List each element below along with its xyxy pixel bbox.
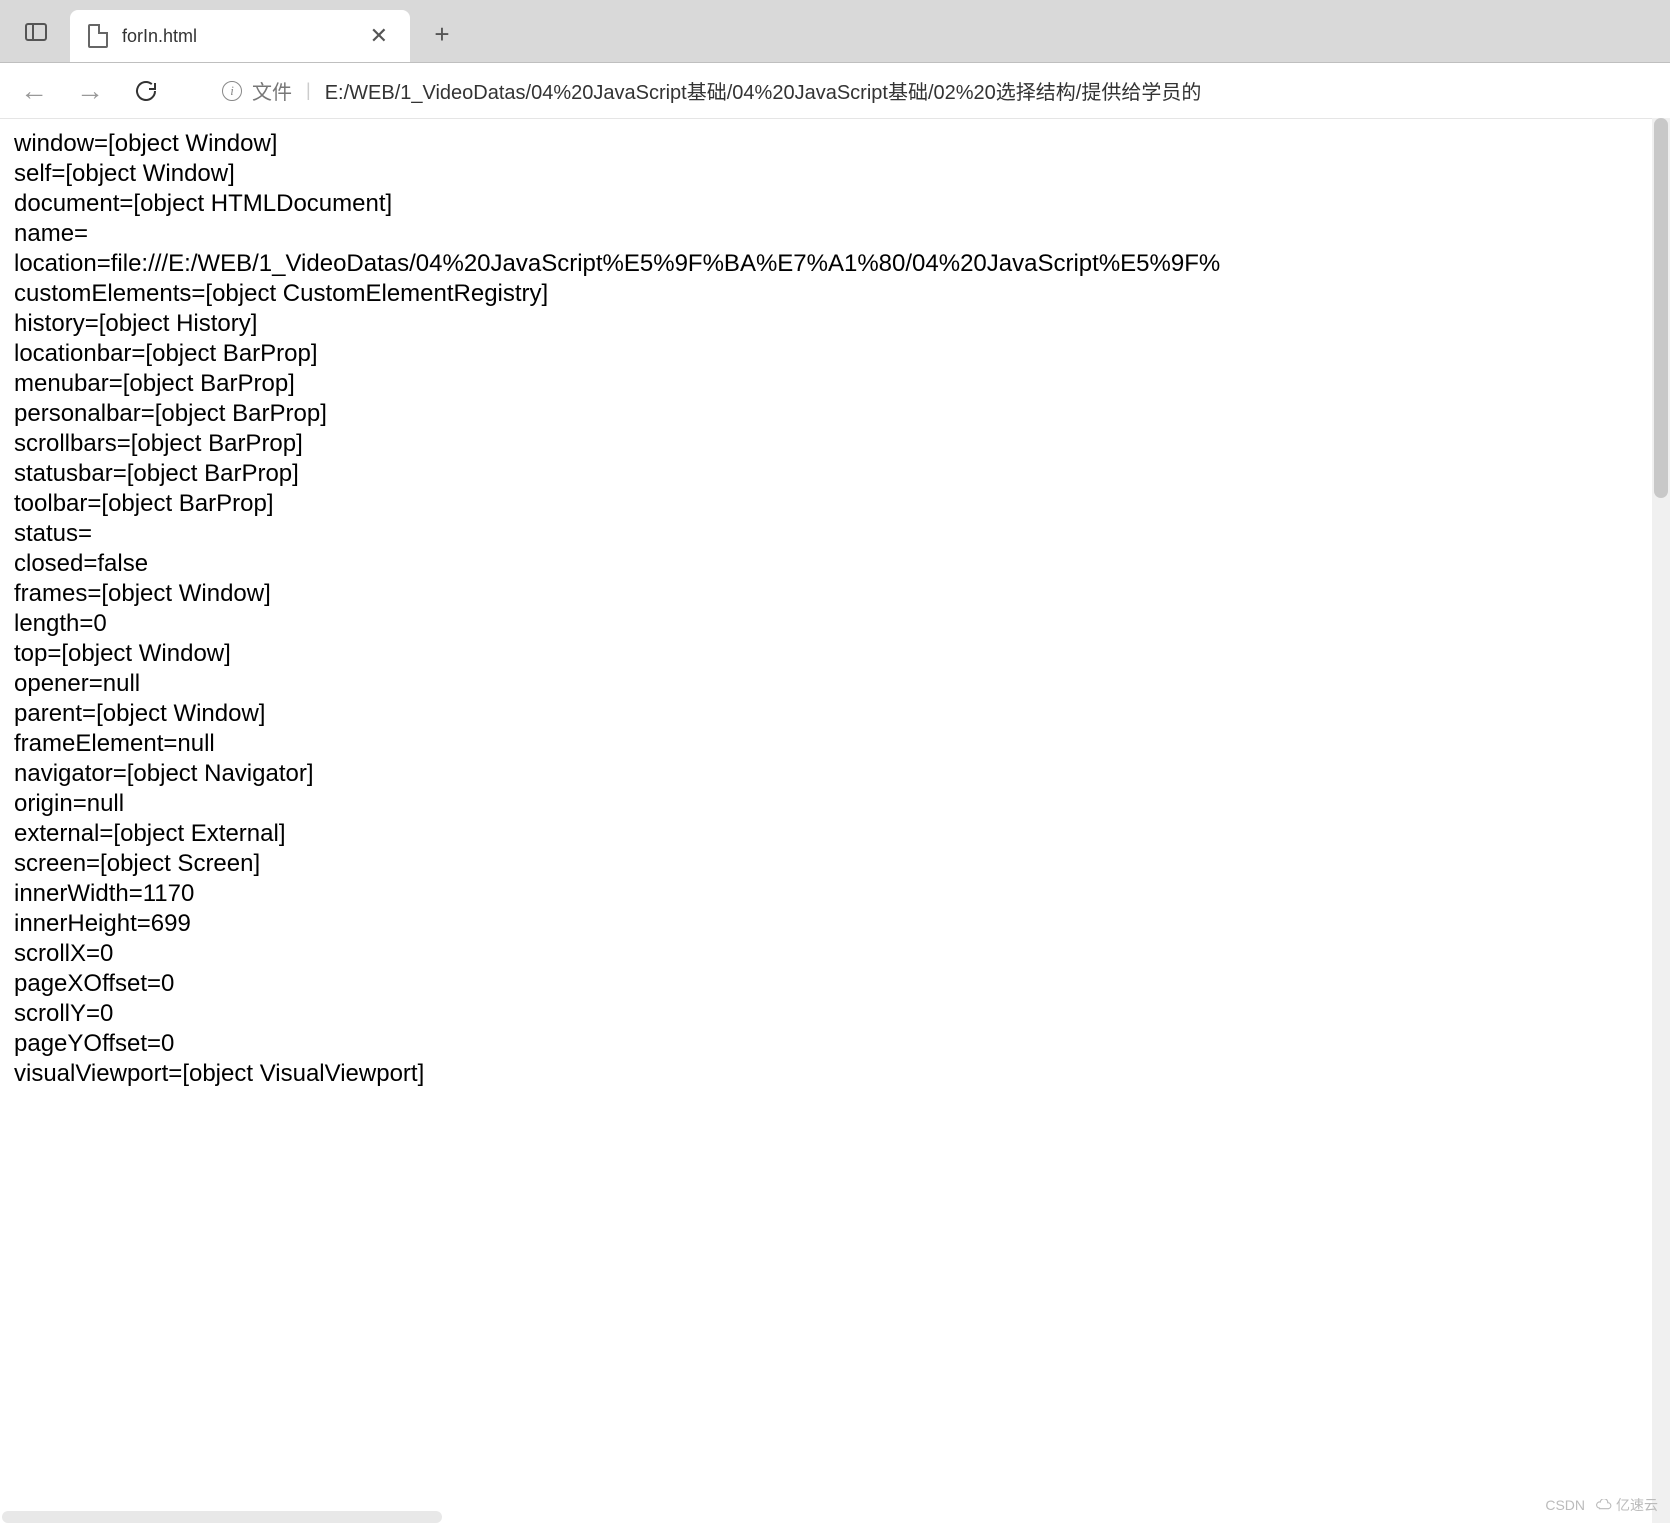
content-line: scrollbars=[object BarProp] — [14, 429, 1656, 459]
tab-actions-button[interactable] — [12, 8, 60, 56]
content-line: document=[object HTMLDocument] — [14, 189, 1656, 219]
content-line: frameElement=null — [14, 729, 1656, 759]
forward-button[interactable]: → — [74, 75, 106, 107]
content-line: frames=[object Window] — [14, 579, 1656, 609]
close-icon[interactable]: ✕ — [362, 19, 396, 53]
horizontal-scroll-thumb[interactable] — [2, 1511, 442, 1523]
watermark-logo: 亿速云 — [1595, 1495, 1658, 1515]
page-content: window=[object Window]self=[object Windo… — [0, 119, 1670, 1099]
content-line: name= — [14, 219, 1656, 249]
content-line: innerWidth=1170 — [14, 879, 1656, 909]
content-line: innerHeight=699 — [14, 909, 1656, 939]
content-line: status= — [14, 519, 1656, 549]
content-line: scrollY=0 — [14, 999, 1656, 1029]
address-url: E:/WEB/1_VideoDatas/04%20JavaScript基础/04… — [325, 76, 1202, 105]
content-line: pageXOffset=0 — [14, 969, 1656, 999]
content-line: length=0 — [14, 609, 1656, 639]
tab-title: forIn.html — [122, 26, 348, 47]
arrow-left-icon: ← — [20, 77, 48, 105]
watermark: CSDN 亿速云 — [1545, 1495, 1658, 1515]
new-tab-button[interactable]: + — [418, 10, 466, 58]
scrollbar-thumb[interactable] — [1654, 118, 1668, 498]
content-line: scrollX=0 — [14, 939, 1656, 969]
content-line: statusbar=[object BarProp] — [14, 459, 1656, 489]
content-line: navigator=[object Navigator] — [14, 759, 1656, 789]
vertical-scrollbar[interactable] — [1652, 118, 1670, 1523]
content-line: screen=[object Screen] — [14, 849, 1656, 879]
browser-chrome: forIn.html ✕ + — [0, 0, 1670, 63]
content-line: toolbar=[object BarProp] — [14, 489, 1656, 519]
address-separator: | — [306, 80, 311, 101]
content-line: parent=[object Window] — [14, 699, 1656, 729]
content-line: opener=null — [14, 669, 1656, 699]
content-line: locationbar=[object BarProp] — [14, 339, 1656, 369]
cloud-icon — [1595, 1499, 1613, 1511]
browser-tab-active[interactable]: forIn.html ✕ — [70, 10, 410, 62]
content-line: origin=null — [14, 789, 1656, 819]
content-line: external=[object External] — [14, 819, 1656, 849]
back-button[interactable]: ← — [18, 75, 50, 107]
address-source-label: 文件 — [252, 76, 292, 105]
content-line: history=[object History] — [14, 309, 1656, 339]
watermark-yisuyun: 亿速云 — [1616, 1495, 1658, 1515]
content-line: visualViewport=[object VisualViewport] — [14, 1059, 1656, 1089]
address-bar[interactable]: i 文件 | E:/WEB/1_VideoDatas/04%20JavaScri… — [206, 71, 1652, 111]
content-line: top=[object Window] — [14, 639, 1656, 669]
content-line: window=[object Window] — [14, 129, 1656, 159]
info-icon[interactable]: i — [222, 81, 242, 101]
content-line: customElements=[object CustomElementRegi… — [14, 279, 1656, 309]
refresh-button[interactable] — [130, 75, 162, 107]
content-line: personalbar=[object BarProp] — [14, 399, 1656, 429]
content-line: location=file:///E:/WEB/1_VideoDatas/04%… — [14, 249, 1656, 279]
refresh-icon — [134, 79, 158, 103]
tab-actions-icon — [25, 23, 47, 41]
file-icon — [88, 24, 108, 48]
tab-strip: forIn.html ✕ + — [0, 0, 1670, 62]
browser-toolbar: ← → i 文件 | E:/WEB/1_VideoDatas/04%20Java… — [0, 63, 1670, 119]
arrow-right-icon: → — [76, 77, 104, 105]
content-line: pageYOffset=0 — [14, 1029, 1656, 1059]
content-line: self=[object Window] — [14, 159, 1656, 189]
watermark-csdn: CSDN — [1545, 1497, 1585, 1513]
content-line: closed=false — [14, 549, 1656, 579]
content-line: menubar=[object BarProp] — [14, 369, 1656, 399]
plus-icon: + — [434, 19, 449, 50]
